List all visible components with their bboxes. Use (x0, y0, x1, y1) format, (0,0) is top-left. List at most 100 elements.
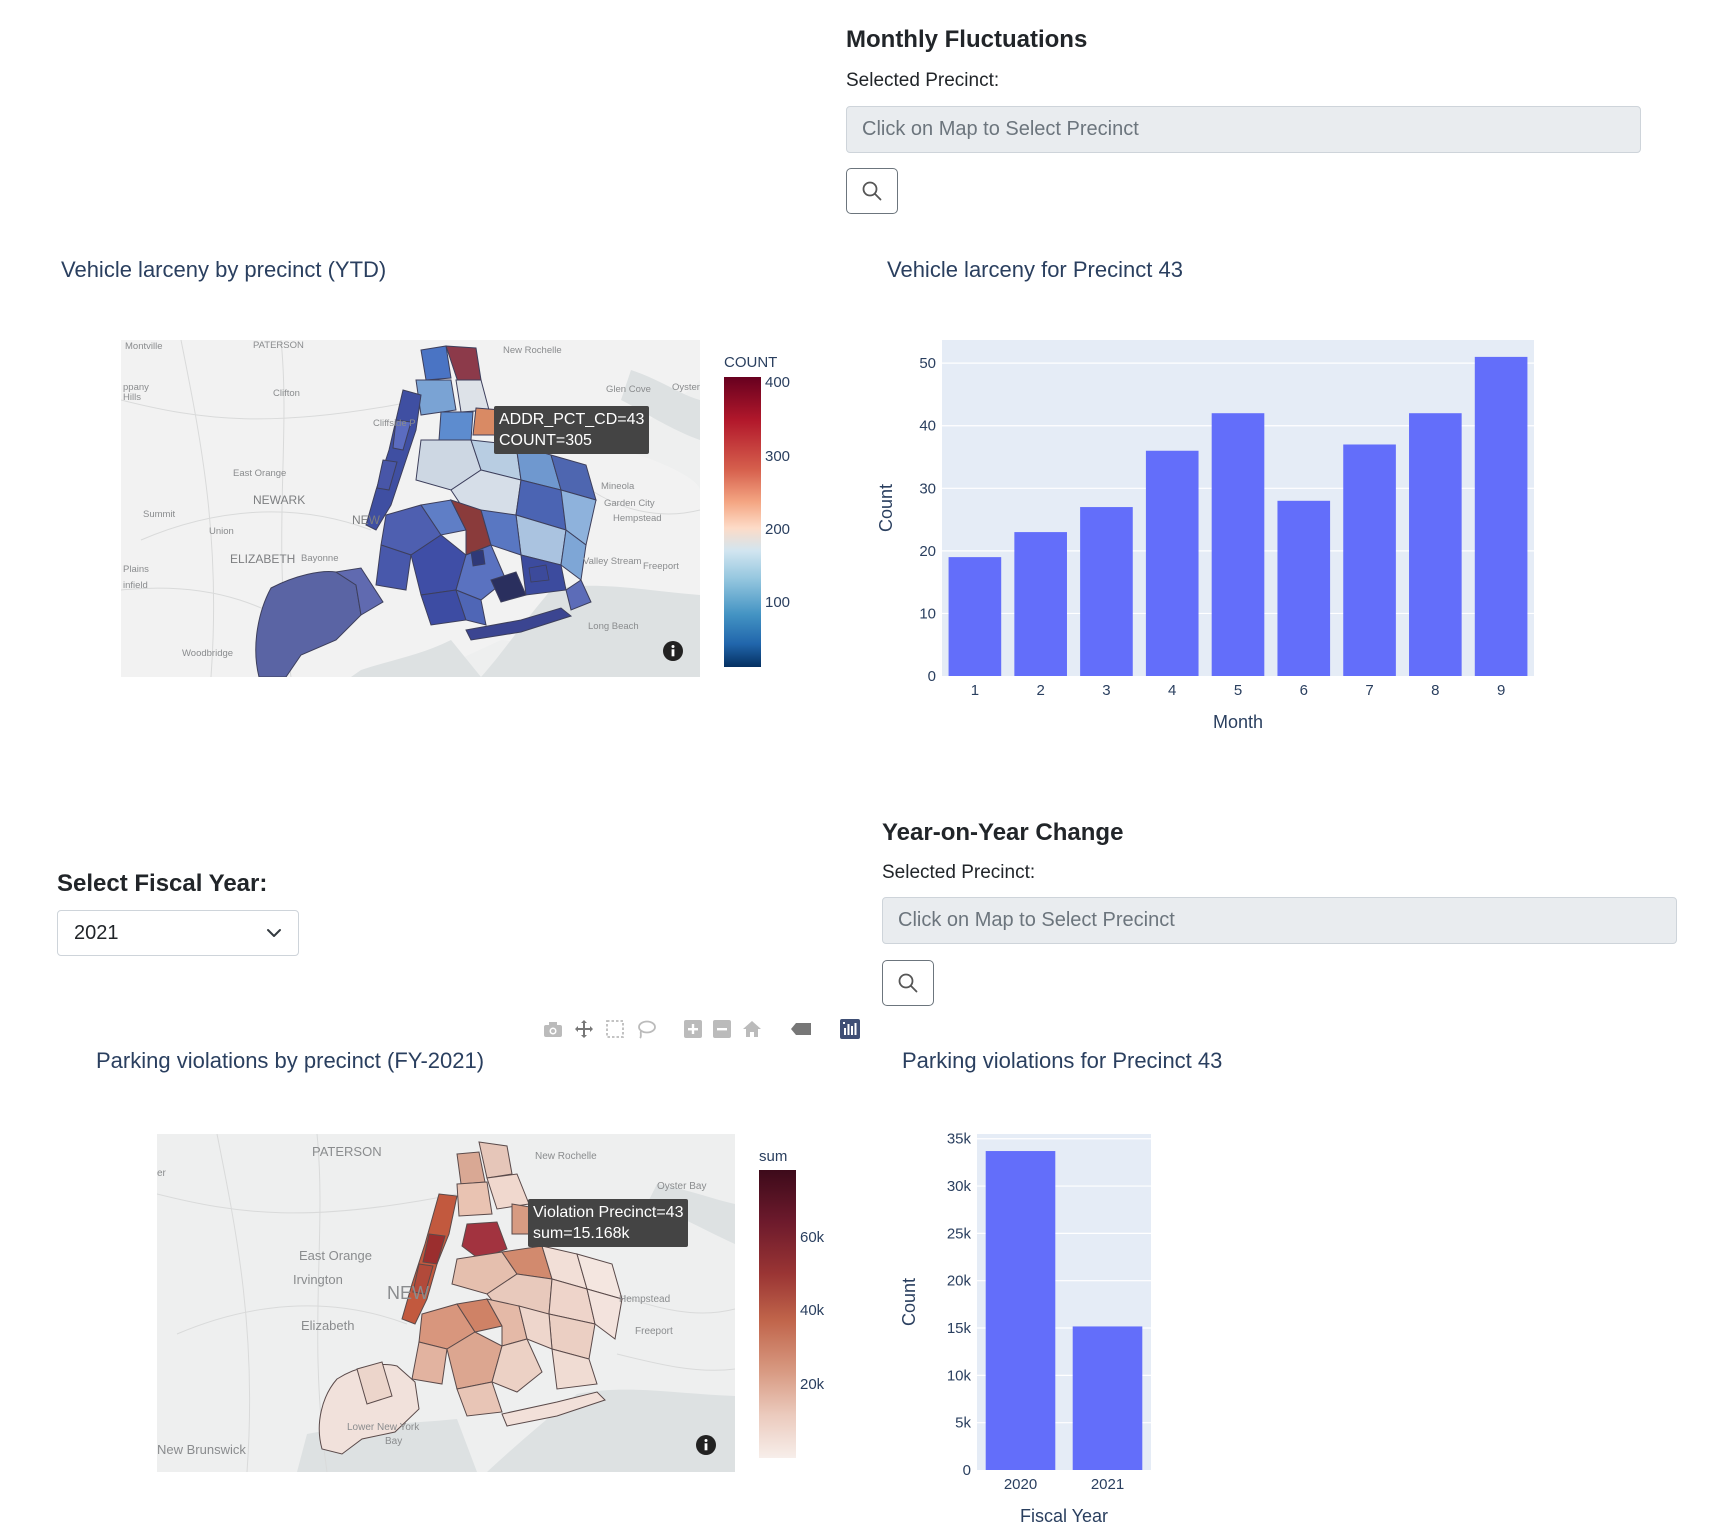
map-place-label: infield (123, 580, 148, 591)
map-place-label: Valley Stream (583, 556, 642, 567)
larceny-choropleth-map[interactable]: Montville PATERSON New Rochelle Glen Cov… (121, 340, 700, 677)
box-select-icon[interactable] (605, 1019, 625, 1039)
y-tick-label: 30k (947, 1178, 972, 1195)
bar (1409, 413, 1462, 676)
larceny-colorbar-tick: 300 (765, 448, 791, 465)
y-tick-label: 15k (947, 1320, 972, 1337)
parking-colorbar-title: sum (759, 1148, 788, 1165)
map-place-label: Union (209, 526, 234, 537)
parking-colorbar-tick: 20k (800, 1376, 825, 1393)
x-tick-label: 7 (1365, 682, 1373, 699)
map-place-label: ELIZABETH (230, 552, 295, 566)
plotly-logo-icon[interactable] (840, 1019, 860, 1039)
map-place-label: Bay (385, 1436, 402, 1447)
larceny-colorbar-tick: 400 (765, 374, 791, 391)
map-place-label: Elizabeth (301, 1318, 354, 1333)
map-place-label: Freeport (643, 561, 679, 572)
monthly-fluctuations-heading: Monthly Fluctuations (846, 26, 1088, 53)
bar (1343, 444, 1396, 676)
parking-bar-chart[interactable]: 0 5k 10k 15k 20k 25k 30k 35k 2020 2021 Fiscal Year… (890, 1120, 1190, 1530)
map-place-label: Oyster Bay (657, 1181, 706, 1192)
map-place-label: Mineola (601, 481, 635, 492)
map-place-label: Glen Cove (606, 384, 651, 395)
parking-choropleth-map[interactable]: New Rochelle Oyster Bay er Hempstead Fre… (157, 1134, 735, 1472)
bar (1474, 356, 1528, 676)
yoy-heading: Year-on-Year Change (882, 819, 1124, 846)
map-place-label: NEW (387, 1283, 429, 1303)
map-place-label: PATERSON (253, 340, 304, 351)
map-place-label: Plains (123, 564, 149, 575)
pan-icon[interactable] (574, 1019, 594, 1039)
info-icon[interactable] (695, 1434, 717, 1456)
monthly-precinct-input[interactable] (846, 106, 1641, 153)
map-place-label: Cliffside P (373, 418, 416, 429)
larceny-colorbar (724, 377, 761, 667)
y-tick-label: 50 (919, 355, 936, 372)
bar (948, 557, 1002, 676)
yoy-selected-precinct-label: Selected Precinct: (882, 862, 1036, 883)
yoy-precinct-input[interactable] (882, 897, 1677, 944)
home-icon[interactable] (742, 1020, 762, 1038)
parking-colorbar-tick: 40k (800, 1302, 825, 1319)
y-axis-label: Count (899, 1278, 919, 1326)
parking-colorbar-tick: 60k (800, 1229, 825, 1246)
x-tick-label: 5 (1234, 682, 1242, 699)
y-tick-label: 0 (928, 668, 936, 685)
larceny-colorbar-title: COUNT (724, 354, 778, 371)
y-tick-label: 20k (947, 1273, 972, 1290)
map-place-label: Irvington (293, 1272, 343, 1287)
fiscal-year-select[interactable]: 2021 (57, 910, 299, 956)
chevron-down-icon (267, 929, 281, 937)
map-place-label: Bayonne (301, 553, 339, 564)
larceny-map-title: Vehicle larceny by precinct (YTD) (61, 257, 387, 282)
larceny-colorbar-tick: 200 (765, 521, 791, 538)
map-place-label: East Orange (299, 1248, 372, 1263)
bar (1145, 450, 1199, 676)
bar (1072, 1326, 1143, 1470)
x-tick-label: 3 (1102, 682, 1110, 699)
lasso-icon[interactable] (636, 1019, 656, 1039)
map-place-label: Clifton (273, 388, 300, 399)
map-place-label: er (157, 1168, 167, 1179)
map-place-label: Summit (143, 509, 176, 520)
map-place-label: Montville (125, 341, 163, 352)
y-tick-label: 5k (955, 1415, 971, 1432)
larceny-bar-chart[interactable]: 0 10 20 30 40 50 1 2 3 4 5 6 7 8 9 Month Count (870, 320, 1560, 740)
camera-icon[interactable] (543, 1020, 563, 1038)
map-place-label: Garden City (604, 498, 655, 509)
parking-colorbar (759, 1170, 796, 1458)
map-place-label: Hills (123, 392, 141, 403)
y-tick-label: 30 (919, 480, 936, 497)
map-place-label: Woodbridge (182, 648, 233, 659)
map-place-label: Hempstead (619, 1294, 670, 1305)
map-place-label: East Orange (233, 468, 286, 479)
map-place-label: Lower New York (347, 1422, 420, 1433)
yoy-search-button[interactable] (882, 960, 934, 1006)
hover-icon[interactable] (790, 1022, 812, 1036)
map-place-label: New Rochelle (535, 1151, 597, 1162)
x-tick-label: 2020 (1004, 1476, 1037, 1493)
parking-map-tooltip: Violation Precinct=43 sum=15.168k (528, 1199, 689, 1247)
map-place-label: Long Beach (588, 621, 639, 632)
info-icon[interactable] (662, 640, 684, 662)
map-place-label: Oyster (672, 382, 700, 393)
search-icon (898, 973, 918, 993)
y-tick-label: 0 (963, 1462, 971, 1479)
map-place-label: Hempstead (613, 513, 662, 524)
larceny-map-canvas: Montville PATERSON New Rochelle Glen Cov… (121, 340, 700, 677)
plotly-modebar (543, 1019, 860, 1039)
parking-map-title: Parking violations by precinct (FY-2021) (96, 1048, 485, 1073)
larceny-chart-title: Vehicle larceny for Precinct 43 (887, 257, 1183, 282)
y-tick-label: 25k (947, 1225, 972, 1242)
x-axis-label: Month (1213, 712, 1263, 732)
x-tick-label: 2021 (1091, 1476, 1124, 1493)
bar (1014, 532, 1067, 676)
zoom-out-icon[interactable] (713, 1020, 731, 1038)
bar (1277, 500, 1331, 676)
map-place-label: PATERSON (312, 1144, 382, 1159)
zoom-in-icon[interactable] (684, 1020, 702, 1038)
y-axis-label: Count (876, 484, 896, 532)
larceny-colorbar-tick: 100 (765, 594, 791, 611)
y-tick-label: 10 (919, 605, 936, 622)
monthly-search-button[interactable] (846, 168, 898, 214)
